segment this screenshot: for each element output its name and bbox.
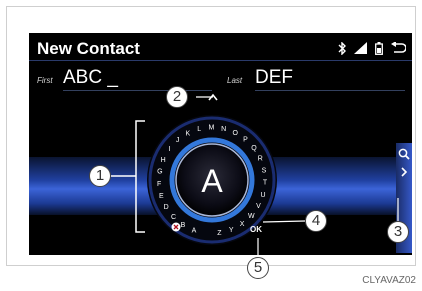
infotainment-screen: New Contact First ABC _ Last DEF A A B C…	[29, 33, 412, 255]
dial-letter-s[interactable]: S	[262, 167, 267, 174]
callout-1: 1	[89, 165, 111, 187]
dial-letter-x[interactable]: X	[240, 221, 245, 228]
callout-3: 3	[387, 221, 409, 243]
dial-letter-l[interactable]: L	[197, 126, 201, 133]
center-letter: A	[201, 163, 223, 199]
dial-letter-a[interactable]: A	[192, 227, 197, 234]
callout-4: 4	[305, 210, 327, 232]
callout-5: 5	[247, 257, 269, 279]
dial-letter-h[interactable]: H	[161, 157, 166, 164]
dial-letter-r[interactable]: R	[258, 156, 263, 163]
search-icon[interactable]	[398, 148, 410, 160]
dial-letter-y[interactable]: Y	[229, 227, 234, 234]
dial-letter-j[interactable]: J	[176, 137, 180, 144]
dial-letter-g[interactable]: G	[157, 169, 162, 176]
dial-letter-v[interactable]: V	[256, 203, 261, 210]
dial-letter-c[interactable]: C	[171, 214, 176, 221]
dial-letter-z[interactable]: Z	[217, 230, 222, 237]
dial-letter-p[interactable]: P	[243, 136, 248, 143]
dial-letter-n[interactable]: N	[221, 126, 226, 133]
dial-letter-t[interactable]: T	[263, 180, 268, 187]
dial-letter-o[interactable]: O	[232, 130, 238, 137]
dial-letter-m[interactable]: M	[208, 125, 214, 132]
dial-letter-i[interactable]: I	[168, 146, 170, 153]
callout-2: 2	[166, 86, 188, 108]
dial-letter-e[interactable]: E	[159, 193, 164, 200]
dial-letter-k[interactable]: K	[185, 130, 190, 137]
dial-letter-q[interactable]: Q	[251, 145, 257, 152]
scroll-up-chevron[interactable]	[208, 93, 218, 101]
dial-letter-f[interactable]: F	[157, 181, 161, 188]
letter-dial[interactable]: A ABCDEFGHIJKL M NOPQRSTUVWXYZ OK	[29, 33, 412, 255]
chevron-right-icon[interactable]	[401, 167, 408, 177]
dial-letter-u[interactable]: U	[260, 192, 265, 199]
dial-letter-w[interactable]: W	[248, 213, 255, 220]
dial-letter-b[interactable]: B	[181, 222, 186, 229]
figure-code: CLYAVAZ02	[362, 275, 416, 286]
dial-letter-d[interactable]: D	[164, 204, 169, 211]
ok-button[interactable]: OK	[250, 225, 262, 234]
